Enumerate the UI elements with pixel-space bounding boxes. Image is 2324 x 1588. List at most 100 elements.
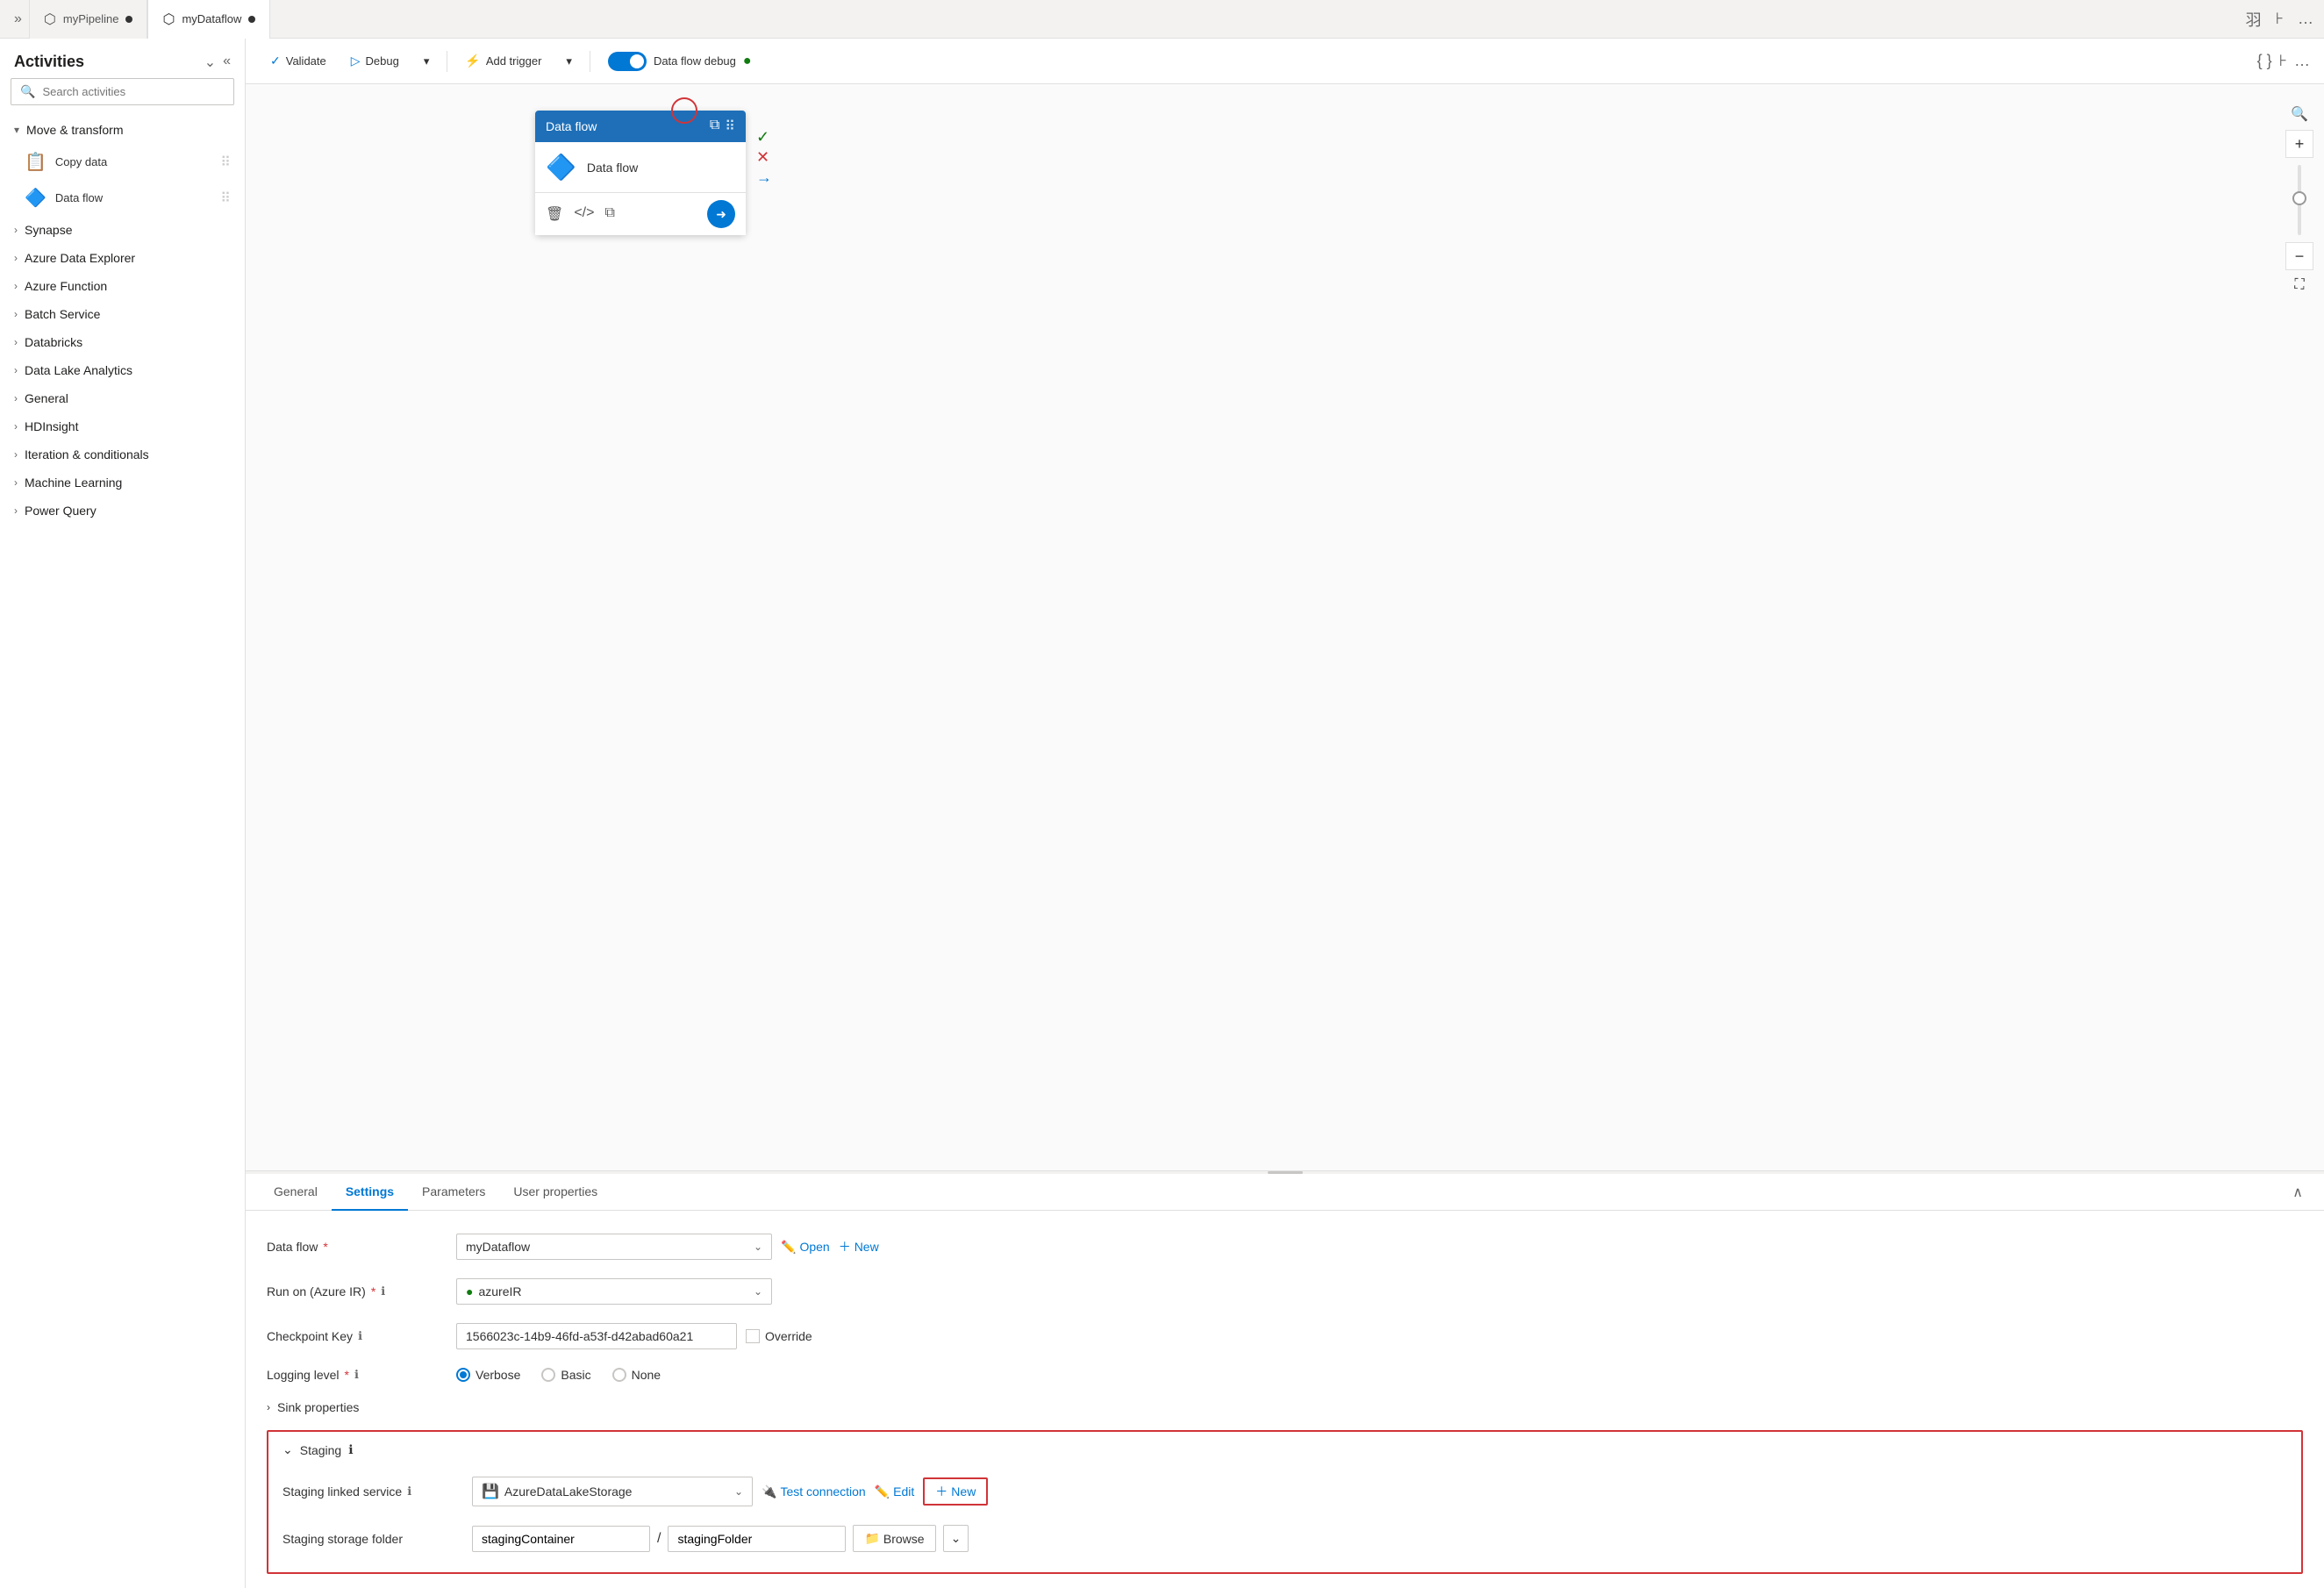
category-data-lake-analytics[interactable]: › Data Lake Analytics: [0, 356, 245, 384]
radio-basic[interactable]: Basic: [541, 1368, 590, 1382]
debug-toggle[interactable]: [608, 52, 647, 71]
chevron-debug-down[interactable]: ▾: [413, 49, 440, 74]
zoom-slider-thumb[interactable]: [2292, 191, 2306, 205]
node-check-icon[interactable]: ✓: [756, 128, 772, 147]
split-view-btn[interactable]: ⊦: [2272, 6, 2287, 32]
staging-new-icon: ＋: [935, 1483, 947, 1500]
zoom-out-btn[interactable]: −: [2285, 242, 2313, 270]
category-power-query[interactable]: › Power Query: [0, 497, 245, 525]
data-flow-dropdown[interactable]: myDataflow ⌄: [456, 1234, 772, 1260]
chevron-trigger-down[interactable]: ▾: [555, 49, 583, 74]
data-flow-dropdown-actions: ✏️ Open ＋ New: [781, 1238, 879, 1255]
node-copy-icon[interactable]: ⧉: [604, 205, 614, 223]
tab-settings[interactable]: Settings: [332, 1174, 408, 1211]
more-options-btn[interactable]: …: [2294, 6, 2317, 32]
category-synapse[interactable]: › Synapse: [0, 216, 245, 244]
data-flow-open-btn[interactable]: ✏️ Open: [781, 1240, 830, 1255]
checkpoint-input[interactable]: [456, 1323, 737, 1349]
node-close-icon[interactable]: ✕: [756, 148, 772, 167]
radio-none[interactable]: None: [612, 1368, 661, 1382]
data-preview-icon[interactable]: ⊦: [2279, 52, 2287, 70]
override-checkbox[interactable]: [746, 1329, 760, 1343]
debug-btn[interactable]: ▷ Debug: [340, 48, 410, 74]
radio-verbose-circle: [456, 1368, 470, 1382]
category-move-transform[interactable]: ▾ Move & transform: [0, 116, 245, 144]
staging-new-btn[interactable]: ＋ New: [923, 1477, 988, 1506]
category-iteration[interactable]: › Iteration & conditionals: [0, 440, 245, 469]
tab-dataflow[interactable]: ⬡ myDataflow: [147, 0, 270, 39]
staging-storage-folder-label: Staging storage folder: [282, 1532, 458, 1546]
category-machine-learning-label: Machine Learning: [25, 476, 122, 490]
zoom-in-btn[interactable]: +: [2285, 130, 2313, 158]
data-flow-drag[interactable]: ⠿: [220, 190, 231, 207]
staging-title-row[interactable]: ⌄ Staging ℹ: [282, 1442, 2287, 1468]
add-trigger-btn[interactable]: ⚡ Add trigger: [454, 48, 552, 74]
tab-user-properties[interactable]: User properties: [499, 1174, 611, 1211]
staging-linked-service-actions: 🔌 Test connection ✏️ Edit ＋ New: [762, 1477, 988, 1506]
sink-properties-row[interactable]: › Sink properties: [267, 1391, 2303, 1423]
tab-parameters[interactable]: Parameters: [408, 1174, 499, 1211]
staging-info-icon[interactable]: ℹ: [348, 1442, 353, 1457]
radio-basic-label: Basic: [561, 1368, 590, 1382]
code-icon[interactable]: { }: [2257, 52, 2272, 70]
node-code-icon[interactable]: </>: [574, 205, 594, 223]
zoom-search-icon[interactable]: 🔍: [2287, 102, 2312, 126]
staging-folder-input[interactable]: [668, 1526, 846, 1552]
run-on-info-icon[interactable]: ℹ: [381, 1284, 385, 1298]
sidebar-collapse-btn[interactable]: »: [7, 11, 29, 27]
copy-data-drag[interactable]: ⠿: [220, 154, 231, 171]
zoom-slider[interactable]: [2298, 165, 2301, 235]
run-on-status-dot: ●: [466, 1284, 473, 1298]
code-view-btn[interactable]: ⽻: [2242, 4, 2265, 34]
more-icon[interactable]: …: [2294, 52, 2310, 70]
browse-chevron[interactable]: ⌄: [943, 1525, 969, 1552]
search-input[interactable]: [42, 85, 225, 98]
panel-collapse-btn[interactable]: ∧: [2285, 1177, 2310, 1208]
category-databricks[interactable]: › Databricks: [0, 328, 245, 356]
category-hdinsight[interactable]: › HDInsight: [0, 412, 245, 440]
category-power-query-label: Power Query: [25, 504, 97, 518]
category-iteration-label: Iteration & conditionals: [25, 447, 149, 461]
sidebar-collapse-icon[interactable]: ⌄: [204, 54, 216, 71]
sink-properties-chevron: ›: [267, 1401, 270, 1413]
activity-copy-data[interactable]: 📋 Copy data ⠿: [0, 144, 245, 180]
storage-folder-row: / 📁 Browse ⌄: [472, 1525, 969, 1552]
data-flow-dropdown-value: myDataflow: [466, 1240, 530, 1254]
data-flow-control: myDataflow ⌄ ✏️ Open ＋ New: [456, 1234, 2303, 1260]
radio-verbose[interactable]: Verbose: [456, 1368, 520, 1382]
validate-btn[interactable]: ✓ Validate: [260, 48, 337, 74]
edit-btn[interactable]: ✏️ Edit: [875, 1484, 915, 1499]
validate-label: Validate: [286, 54, 326, 68]
node-arrow[interactable]: ➜: [707, 200, 735, 228]
node-card[interactable]: Data flow ⧉ ⠿ 🔷 Data flow: [535, 111, 746, 235]
logging-label-text: Logging level: [267, 1368, 340, 1382]
staging-new-label: New: [951, 1484, 976, 1499]
browse-btn[interactable]: 📁 Browse: [853, 1525, 935, 1552]
checkpoint-info-icon[interactable]: ℹ: [358, 1329, 362, 1343]
logging-info-icon[interactable]: ℹ: [354, 1368, 359, 1382]
node-drag-icon[interactable]: ⠿: [725, 118, 735, 135]
staging-chevron: ⌄: [282, 1442, 293, 1457]
zoom-expand-icon[interactable]: ⛶: [2291, 274, 2307, 297]
override-checkbox-wrapper[interactable]: Override: [746, 1329, 812, 1343]
run-on-dropdown[interactable]: ● azureIR ⌄: [456, 1278, 772, 1305]
category-azure-data-explorer[interactable]: › Azure Data Explorer: [0, 244, 245, 272]
category-machine-learning[interactable]: › Machine Learning: [0, 469, 245, 497]
test-connection-btn[interactable]: 🔌 Test connection: [762, 1484, 866, 1499]
activity-data-flow[interactable]: 🔷 Data flow ⠿: [0, 180, 245, 216]
canvas-area[interactable]: Data flow ⧉ ⠿ 🔷 Data flow: [246, 84, 2324, 1170]
category-azure-function[interactable]: › Azure Function: [0, 272, 245, 300]
run-on-dropdown-chevron: ⌄: [754, 1285, 762, 1298]
staging-linked-service-info-icon[interactable]: ℹ: [407, 1484, 411, 1499]
node-open-icon[interactable]: ⧉: [710, 118, 719, 135]
category-general[interactable]: › General: [0, 384, 245, 412]
staging-container-input[interactable]: [472, 1526, 650, 1552]
node-arrow-right-icon[interactable]: →: [756, 168, 772, 187]
tab-pipeline[interactable]: ⬡ myPipeline: [29, 0, 148, 39]
node-delete-icon[interactable]: 🗑: [546, 205, 563, 223]
data-flow-new-btn[interactable]: ＋ New: [839, 1238, 879, 1255]
tab-general[interactable]: General: [260, 1174, 332, 1211]
category-batch-service[interactable]: › Batch Service: [0, 300, 245, 328]
sidebar-hide-icon[interactable]: «: [223, 54, 231, 71]
staging-linked-service-dropdown[interactable]: 💾 AzureDataLakeStorage ⌄: [472, 1477, 753, 1506]
